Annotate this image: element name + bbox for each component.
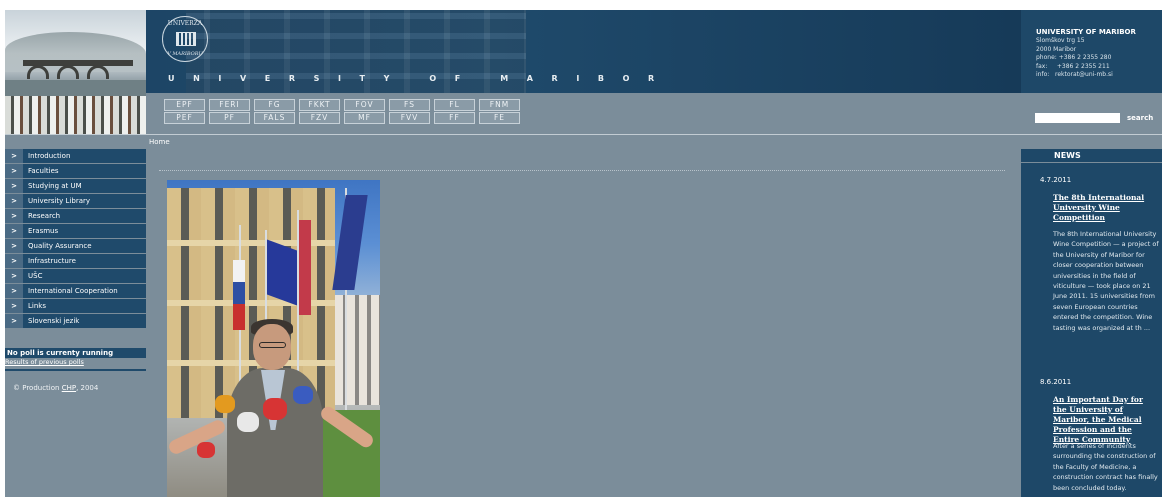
faculty-nav: EPF FERI FG FKKT FOV FS FL FNM PEF PF FALS FZV MF FV… bbox=[146, 93, 1021, 134]
previous-polls-link[interactable]: Results of previous polls bbox=[5, 358, 146, 367]
header-city-photo bbox=[5, 10, 146, 134]
sidebar-item-label: Research bbox=[28, 212, 61, 220]
search-area: search bbox=[1021, 93, 1162, 134]
faculty-button[interactable]: PF bbox=[209, 112, 250, 124]
faculty-button[interactable]: FKKT bbox=[299, 99, 340, 111]
chevron-right-icon: > bbox=[5, 164, 23, 178]
sidebar-item[interactable]: > University Library bbox=[5, 194, 146, 209]
poll-divider bbox=[5, 369, 146, 371]
search-input[interactable] bbox=[1035, 113, 1120, 123]
sidebar-item-label: University Library bbox=[28, 197, 91, 205]
breadcrumb[interactable]: Home bbox=[146, 135, 170, 149]
faculty-button[interactable]: FZV bbox=[299, 112, 340, 124]
sidebar-item[interactable]: > Links bbox=[5, 299, 146, 314]
news-title-link[interactable]: An Important Day for the University of M… bbox=[1053, 395, 1157, 445]
sidebar-item-label: Links bbox=[28, 302, 46, 310]
faculty-button[interactable]: FL bbox=[434, 99, 475, 111]
news-date: 8.6.2011 bbox=[1040, 378, 1072, 386]
page: UNIVERZA V MARIBORU UNIVERSITY OF MARIBO… bbox=[5, 10, 1162, 497]
contact-fax: fax: +386 2 2355 211 bbox=[1036, 62, 1110, 70]
chevron-right-icon: > bbox=[5, 299, 23, 313]
faculty-button[interactable]: PEF bbox=[164, 112, 205, 124]
contact-phone: phone: +386 2 2355 280 bbox=[1036, 54, 1112, 61]
contact-address-city: 2000 Maribor bbox=[1036, 45, 1077, 53]
sidebar-item[interactable]: > Faculties bbox=[5, 164, 146, 179]
news-title-link[interactable]: The 8th International University Wine Co… bbox=[1053, 193, 1157, 223]
chevron-right-icon: > bbox=[5, 254, 23, 268]
production-suffix: , 2004 bbox=[76, 384, 99, 392]
chevron-right-icon: > bbox=[5, 314, 23, 328]
search-button[interactable]: search bbox=[1127, 113, 1153, 123]
chevron-right-icon: > bbox=[5, 239, 23, 253]
poll-box: No poll is currenty running Results of p… bbox=[5, 348, 146, 371]
faculty-button[interactable]: FS bbox=[389, 99, 430, 111]
sidebar-item-label: Slovenski jezik bbox=[28, 317, 80, 325]
sidebar-item-label: Introduction bbox=[28, 152, 71, 160]
university-seal-logo: UNIVERZA V MARIBORU bbox=[162, 16, 208, 62]
faculty-button[interactable]: FG bbox=[254, 99, 295, 111]
faculty-button[interactable]: FNM bbox=[479, 99, 520, 111]
faculty-button[interactable]: FALS bbox=[254, 112, 295, 124]
chevron-right-icon: > bbox=[5, 179, 23, 193]
sidebar-item[interactable]: > Quality Assurance bbox=[5, 239, 146, 254]
sidebar-item[interactable]: > Slovenski jezik bbox=[5, 314, 146, 329]
sidebar-item-label: International Cooperation bbox=[28, 287, 118, 295]
faculty-button[interactable]: FERI bbox=[209, 99, 250, 111]
news-summary: The 8th International University Wine Co… bbox=[1053, 230, 1159, 332]
sidebar-menu: > Introduction > Faculties > Studying at UM > U… bbox=[5, 149, 146, 329]
sidebar-item[interactable]: > Infrastructure bbox=[5, 254, 146, 269]
sidebar-item-label: Studying at UM bbox=[28, 182, 82, 190]
faculty-button[interactable]: MF bbox=[344, 112, 385, 124]
sidebar-item[interactable]: > Studying at UM bbox=[5, 179, 146, 194]
sidebar-item[interactable]: > UŠC bbox=[5, 269, 146, 284]
sidebar-item[interactable]: > Introduction bbox=[5, 149, 146, 164]
news-summary: After a series of incidents surrounding … bbox=[1053, 442, 1158, 492]
sidebar-item[interactable]: > Erasmus bbox=[5, 224, 146, 239]
chevron-right-icon: > bbox=[5, 209, 23, 223]
news-header: NEWS bbox=[1021, 149, 1162, 163]
contact-title: UNIVERSITY OF MARIBOR bbox=[1036, 28, 1136, 36]
breadcrumb-home[interactable]: Home bbox=[149, 138, 170, 146]
chevron-right-icon: > bbox=[5, 224, 23, 238]
content-divider bbox=[159, 170, 1005, 171]
news-date: 4.7.2011 bbox=[1040, 176, 1072, 184]
contact-email: info: rektorat@uni-mb.si bbox=[1036, 71, 1113, 78]
sidebar-item[interactable]: > International Cooperation bbox=[5, 284, 146, 299]
production-link[interactable]: CHP bbox=[62, 384, 76, 392]
sidebar-item-label: Erasmus bbox=[28, 227, 59, 235]
faculty-button[interactable]: FF bbox=[434, 112, 475, 124]
university-wordmark: UNIVERSITY OF MARIBOR bbox=[168, 74, 673, 83]
header-divider bbox=[5, 134, 1162, 135]
rector-press-photo bbox=[167, 180, 380, 497]
faculty-row-1: EPF FERI FG FKKT FOV FS FL FNM bbox=[164, 99, 524, 111]
faculty-button[interactable]: FVV bbox=[389, 112, 430, 124]
chevron-right-icon: > bbox=[5, 284, 23, 298]
sidebar-item-label: Quality Assurance bbox=[28, 242, 92, 250]
sidebar-item-label: Infrastructure bbox=[28, 257, 76, 265]
chevron-right-icon: > bbox=[5, 269, 23, 283]
production-credit: © Production CHP, 2004 bbox=[13, 384, 98, 392]
news-panel: NEWS 4.7.2011 The 8th International Univ… bbox=[1021, 149, 1162, 497]
header-banner: UNIVERZA V MARIBORU UNIVERSITY OF MARIBO… bbox=[146, 10, 1021, 93]
faculty-row-2: PEF PF FALS FZV MF FVV FF FE bbox=[164, 112, 524, 124]
faculty-button[interactable]: FOV bbox=[344, 99, 385, 111]
sidebar-item-label: Faculties bbox=[28, 167, 59, 175]
faculty-button[interactable]: FE bbox=[479, 112, 520, 124]
sidebar-item[interactable]: > Research bbox=[5, 209, 146, 224]
production-prefix: © Production bbox=[13, 384, 60, 392]
chevron-right-icon: > bbox=[5, 149, 23, 163]
contact-address-street: Slomškov trg 15 bbox=[1036, 37, 1085, 44]
sidebar-item-label: UŠC bbox=[28, 272, 43, 280]
chevron-right-icon: > bbox=[5, 194, 23, 208]
faculty-button[interactable]: EPF bbox=[164, 99, 205, 111]
contact-block: UNIVERSITY OF MARIBOR Slomškov trg 15 20… bbox=[1021, 10, 1162, 93]
poll-status: No poll is currenty running bbox=[5, 348, 146, 358]
